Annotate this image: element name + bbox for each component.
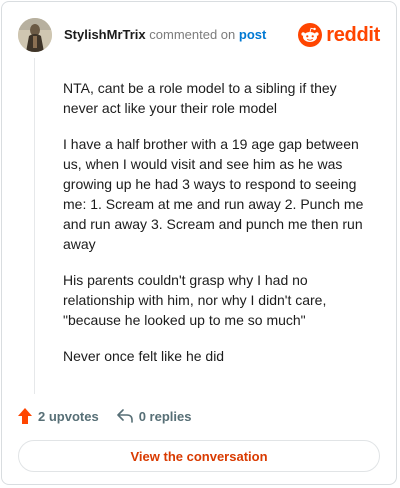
reply-stat[interactable]: 0 replies [116,408,192,424]
thread-line [34,58,35,394]
action-text: commented on [149,27,236,42]
post-link[interactable]: post [239,27,266,42]
comment-paragraph: NTA, cant be a role model to a sibling i… [63,80,337,116]
reddit-wordmark: reddit [326,23,380,46]
reddit-logo[interactable]: reddit [298,22,380,48]
comment-paragraph: His parents couldn't grasp why I had no … [63,272,327,328]
reply-count: 0 replies [138,408,192,424]
upvote-stat[interactable]: 2 upvotes [18,408,99,424]
upvote-arrow-icon [18,408,32,424]
reddit-snoo-icon [298,23,323,47]
comment-embed-card: StylishMrTrix commented on post reddit N… [1,1,397,485]
comment-header: StylishMrTrix commented on post reddit [18,18,380,52]
view-conversation-button[interactable]: View the conversation [18,440,380,472]
comment-paragraph: Never once felt like he did [63,348,225,364]
reply-arrow-icon [116,409,133,423]
avatar[interactable] [18,18,52,52]
comment-footer: 2 upvotes 0 replies [18,406,209,426]
username-link[interactable]: StylishMrTrix [64,27,146,42]
upvote-count: 2 upvotes [38,408,99,424]
comment-body: NTA, cant be a role model to a sibling i… [63,78,373,382]
comment-paragraph: I have a half brother with a 19 age gap … [63,136,364,252]
comment-meta: StylishMrTrix commented on post [64,28,266,42]
